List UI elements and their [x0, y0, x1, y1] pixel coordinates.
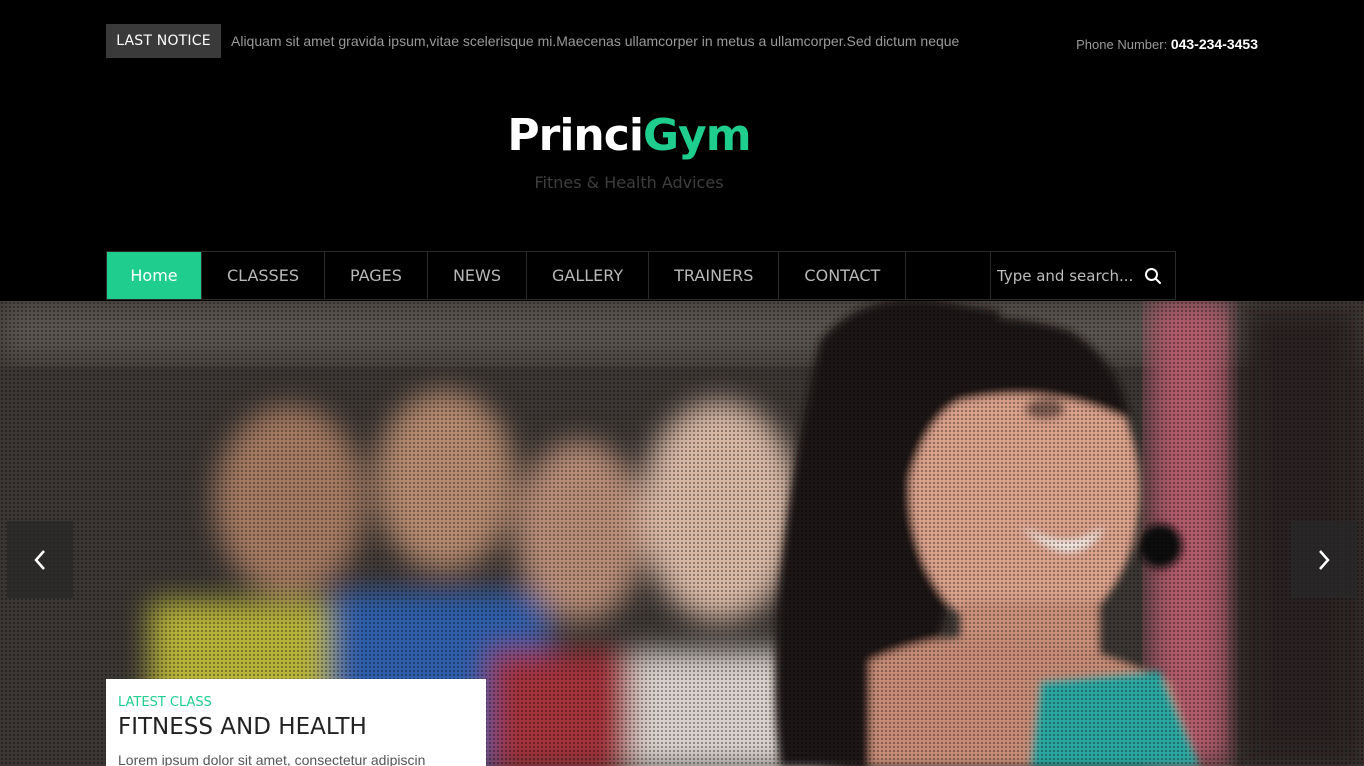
nav-item-gallery[interactable]: GALLERY: [527, 252, 650, 299]
slider-prev-button[interactable]: [7, 521, 73, 598]
last-notice-badge: LAST NOTICE: [106, 24, 221, 58]
slider-next-button[interactable]: [1291, 521, 1357, 598]
main-navigation: Home CLASSES PAGES NEWS GALLERY TRAINERS…: [106, 251, 1176, 300]
notice-ticker-text[interactable]: Aliquam sit amet gravida ipsum,vitae sce…: [231, 33, 959, 49]
site-logo[interactable]: PrinciGym: [0, 110, 1258, 161]
nav-item-pages[interactable]: PAGES: [325, 252, 428, 299]
nav-item-trainers[interactable]: TRAINERS: [649, 252, 780, 299]
hero-slider: LATEST CLASS FITNESS AND HEALTH Lorem ip…: [0, 301, 1364, 766]
chevron-left-icon: [34, 549, 45, 570]
slide-caption: LATEST CLASS FITNESS AND HEALTH Lorem ip…: [106, 679, 486, 766]
phone-label: Phone Number:: [1076, 37, 1168, 52]
logo-text-princi[interactable]: Princi: [507, 110, 644, 161]
logo-text-gym[interactable]: Gym: [643, 110, 752, 161]
nav-item-news[interactable]: NEWS: [428, 252, 527, 299]
phone-number: 043-234-3453: [1170, 36, 1258, 52]
caption-title[interactable]: FITNESS AND HEALTH: [118, 714, 474, 740]
nav-item-contact[interactable]: CONTACT: [779, 252, 907, 299]
caption-kicker[interactable]: LATEST CLASS: [118, 695, 474, 710]
phone-info: Phone Number: 043-234-3453: [1076, 36, 1258, 52]
search-icon[interactable]: [1143, 266, 1163, 286]
caption-text: Lorem ipsum dolor sit amet, consectetur …: [118, 752, 426, 766]
site-tagline: Fitnes & Health Advices: [534, 173, 724, 192]
chevron-right-icon: [1319, 549, 1330, 570]
search-box: [991, 252, 1175, 299]
nav-item-home[interactable]: Home: [107, 252, 202, 299]
nav-spacer: [906, 252, 991, 299]
nav-item-classes[interactable]: CLASSES: [202, 252, 325, 299]
